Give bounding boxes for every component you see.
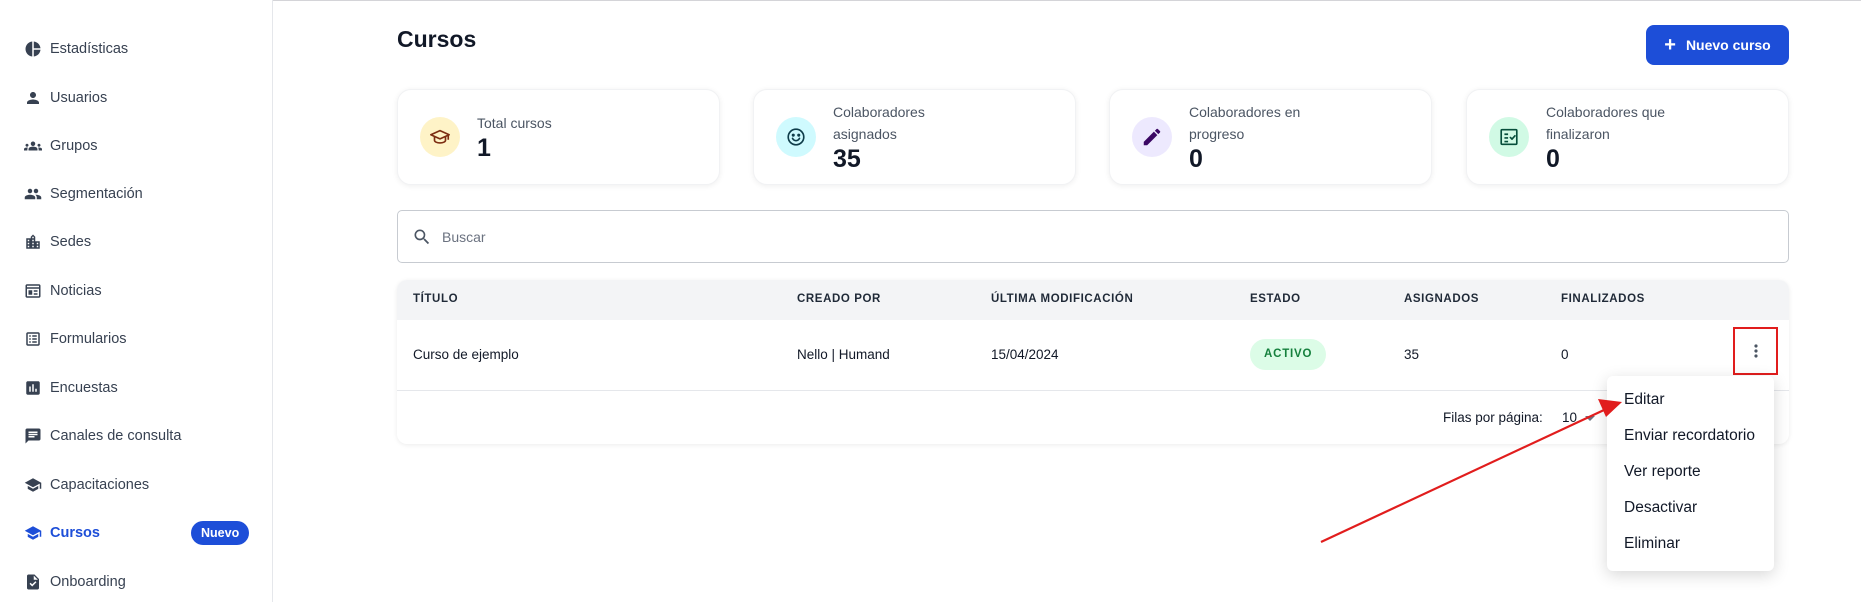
stat-value: 0 bbox=[1546, 145, 1560, 173]
column-header-estado[interactable]: ESTADO bbox=[1250, 293, 1301, 305]
menu-item-eliminar[interactable]: Eliminar bbox=[1624, 535, 1680, 553]
search-bar bbox=[397, 210, 1789, 263]
column-header-titulo[interactable]: TÍTULO bbox=[413, 293, 458, 305]
sidebar-item-estadisticas[interactable]: Estadísticas bbox=[0, 29, 273, 69]
school-icon bbox=[23, 523, 43, 543]
pie-chart-icon bbox=[23, 39, 43, 59]
more-vert-icon bbox=[1753, 344, 1758, 358]
stat-text: Colaboradores en progreso 0 bbox=[1189, 101, 1339, 173]
status-badge: ACTIVO bbox=[1250, 339, 1327, 370]
new-course-button-label: Nuevo curso bbox=[1685, 37, 1771, 53]
cell-finished: 0 bbox=[1561, 347, 1569, 362]
stat-value: 1 bbox=[477, 134, 491, 162]
search-input[interactable] bbox=[442, 228, 1742, 245]
rows-per-page-select[interactable]: 10 bbox=[1562, 410, 1596, 425]
sidebar-item-label: Sedes bbox=[50, 234, 92, 250]
sidebar-item-onboarding[interactable]: Onboarding bbox=[0, 562, 273, 602]
stat-text: Total cursos 1 bbox=[477, 112, 552, 162]
sidebar-item-cursos[interactable]: Cursos Nuevo bbox=[0, 513, 273, 553]
chat-icon bbox=[23, 426, 43, 446]
stat-label: Colaboradores en progreso bbox=[1189, 104, 1301, 142]
sidebar-item-label: Encuestas bbox=[50, 380, 118, 396]
page-title: Cursos bbox=[397, 26, 477, 52]
menu-item-editar[interactable]: Editar bbox=[1624, 391, 1665, 409]
pencil-icon bbox=[1132, 117, 1172, 157]
table-row[interactable]: Curso de ejemplo Nello | Humand 15/04/20… bbox=[397, 320, 1789, 391]
stat-label: Colaboradores que finalizaron bbox=[1546, 104, 1666, 142]
cell-modified: 15/04/2024 bbox=[991, 347, 1059, 362]
checklist-doc-icon bbox=[23, 572, 43, 592]
news-icon bbox=[23, 281, 43, 301]
stat-card-en-progreso: Colaboradores en progreso 0 bbox=[1109, 89, 1432, 185]
plus-icon: + bbox=[1664, 34, 1676, 56]
sidebar-item-label: Formularios bbox=[50, 331, 127, 347]
menu-item-ver-reporte[interactable]: Ver reporte bbox=[1624, 463, 1701, 481]
task-done-icon bbox=[1489, 117, 1529, 157]
sidebar-item-label: Segmentación bbox=[50, 186, 143, 202]
rows-per-page-value: 10 bbox=[1562, 410, 1578, 425]
stat-card-total-cursos: Total cursos 1 bbox=[397, 89, 720, 185]
bar-chart-icon bbox=[23, 378, 43, 398]
menu-item-enviar-recordatorio[interactable]: Enviar recordatorio bbox=[1624, 427, 1755, 445]
sidebar-item-noticias[interactable]: Noticias bbox=[0, 271, 273, 311]
stat-value: 35 bbox=[833, 145, 861, 173]
list-form-icon bbox=[23, 329, 43, 349]
building-icon bbox=[23, 232, 43, 252]
new-course-button[interactable]: + Nuevo curso bbox=[1646, 25, 1789, 65]
rows-per-page-label: Filas por página: bbox=[1443, 410, 1543, 425]
sidebar-item-label: Canales de consulta bbox=[50, 428, 182, 444]
stat-card-finalizaron: Colaboradores que finalizaron 0 bbox=[1466, 89, 1789, 185]
person-icon bbox=[23, 88, 43, 108]
column-header-ultima-modificacion[interactable]: ÚLTIMA MODIFICACIÓN bbox=[991, 293, 1133, 305]
sidebar-item-label: Cursos bbox=[50, 525, 100, 541]
sidebar-item-formularios[interactable]: Formularios bbox=[0, 319, 273, 359]
column-header-asignados[interactable]: ASIGNADOS bbox=[1404, 293, 1479, 305]
stat-label: Total cursos bbox=[477, 115, 552, 131]
new-badge: Nuevo bbox=[191, 521, 250, 545]
sidebar-item-grupos[interactable]: Grupos bbox=[0, 126, 273, 166]
search-icon bbox=[412, 227, 432, 247]
sidebar-item-label: Estadísticas bbox=[50, 41, 129, 57]
sidebar: Estadísticas Usuarios Grupos Segmentació… bbox=[0, 0, 273, 602]
menu-item-desactivar[interactable]: Desactivar bbox=[1624, 499, 1697, 517]
stat-label: Colaboradores asignados bbox=[833, 104, 925, 142]
sidebar-item-label: Usuarios bbox=[50, 90, 108, 106]
sidebar-item-sedes[interactable]: Sedes bbox=[0, 222, 273, 262]
row-actions-button[interactable] bbox=[1733, 327, 1778, 375]
stat-text: Colaboradores asignados 35 bbox=[833, 101, 953, 173]
column-header-creado-por[interactable]: CREADO POR bbox=[797, 293, 881, 305]
table-header: TÍTULO CREADO POR ÚLTIMA MODIFICACIÓN ES… bbox=[397, 280, 1789, 320]
sidebar-item-label: Noticias bbox=[50, 283, 102, 299]
sidebar-item-capacitaciones[interactable]: Capacitaciones bbox=[0, 465, 273, 505]
column-header-finalizados[interactable]: FINALIZADOS bbox=[1561, 293, 1645, 305]
school-icon bbox=[23, 475, 43, 495]
graduation-cap-icon bbox=[420, 117, 460, 157]
sidebar-item-segmentacion[interactable]: Segmentación bbox=[0, 174, 273, 214]
stat-value: 0 bbox=[1189, 145, 1203, 173]
people-icon bbox=[23, 184, 43, 204]
sidebar-item-label: Grupos bbox=[50, 138, 98, 154]
groups-icon bbox=[23, 136, 43, 156]
sidebar-item-usuarios[interactable]: Usuarios bbox=[0, 78, 273, 118]
sidebar-item-canales-de-consulta[interactable]: Canales de consulta bbox=[0, 416, 273, 456]
caret-down-icon bbox=[1585, 415, 1596, 421]
stat-text: Colaboradores que finalizaron 0 bbox=[1546, 101, 1696, 173]
cell-created-by: Nello | Humand bbox=[797, 347, 890, 362]
cell-title: Curso de ejemplo bbox=[413, 347, 519, 362]
stat-card-asignados: Colaboradores asignados 35 bbox=[753, 89, 1076, 185]
sidebar-item-label: Onboarding bbox=[50, 574, 126, 590]
courses-table: TÍTULO CREADO POR ÚLTIMA MODIFICACIÓN ES… bbox=[397, 280, 1789, 444]
smiley-icon bbox=[776, 117, 816, 157]
sidebar-item-label: Capacitaciones bbox=[50, 477, 150, 493]
row-actions-menu: Editar Enviar recordatorio Ver reporte D… bbox=[1607, 376, 1774, 571]
cell-assigned: 35 bbox=[1404, 347, 1420, 362]
top-border bbox=[0, 0, 1861, 1]
sidebar-item-encuestas[interactable]: Encuestas bbox=[0, 368, 273, 408]
